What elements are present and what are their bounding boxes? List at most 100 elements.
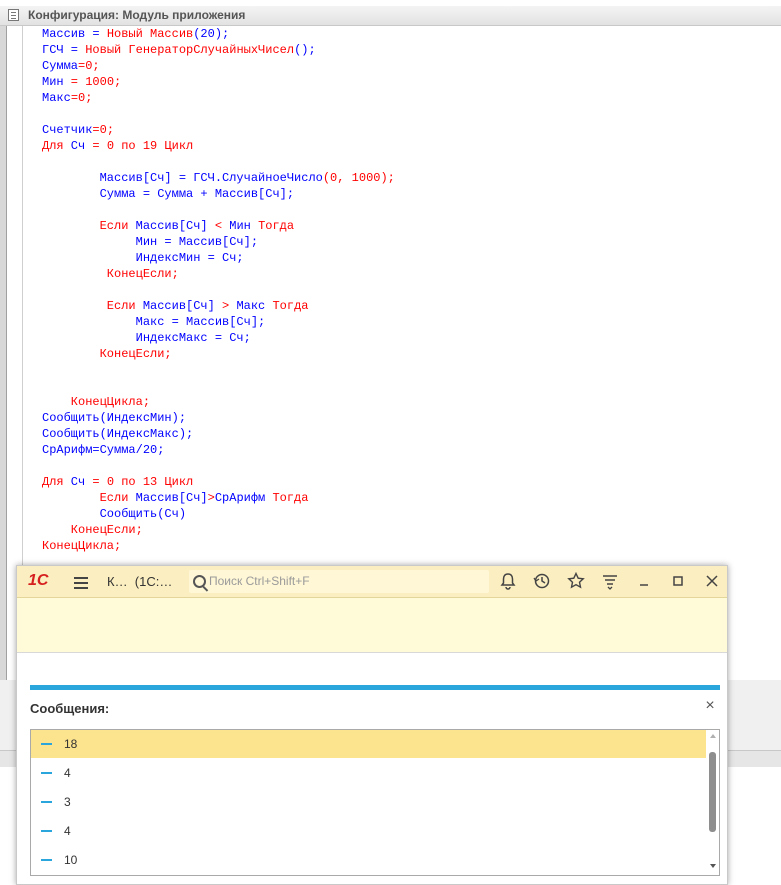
- messages-scrollbar[interactable]: [707, 730, 719, 875]
- code-token: Макс: [229, 299, 273, 313]
- message-text: 18: [64, 737, 78, 751]
- code-line[interactable]: ИндексМакс = Сч;: [42, 330, 395, 346]
- code-token: = 1000;: [63, 75, 122, 89]
- code-line[interactable]: [42, 378, 395, 394]
- code-line[interactable]: Если Массив[Сч]>СрАрифм Тогда: [42, 490, 395, 506]
- code-line[interactable]: Сумма=0;: [42, 58, 395, 74]
- code-line[interactable]: Мин = Массив[Сч];: [42, 234, 395, 250]
- code-token: КонецЦикла;: [42, 395, 151, 409]
- menu-icon[interactable]: [74, 577, 88, 579]
- code-token: Сообщить(ИндексМин);: [42, 411, 187, 425]
- code-line[interactable]: [42, 106, 395, 122]
- code-line[interactable]: КонецЦикла;: [42, 538, 395, 554]
- close-icon[interactable]: [703, 572, 721, 590]
- messages-list[interactable]: 10 4 3 4 18: [30, 729, 720, 876]
- scroll-up-icon[interactable]: [710, 734, 716, 738]
- messages-close-button[interactable]: ×: [703, 698, 717, 714]
- history-icon[interactable]: [533, 572, 551, 590]
- code-line[interactable]: КонецЕсли;: [42, 522, 395, 538]
- code-token: (0, 1000);: [322, 171, 395, 185]
- code-token: по: [121, 139, 136, 153]
- code-line[interactable]: Макс=0;: [42, 90, 395, 106]
- code-token: Если: [42, 299, 136, 313]
- app-toolbar: 1С К… (1С:…: [17, 566, 727, 598]
- code-token: Массив[Сч]: [135, 299, 223, 313]
- message-item[interactable]: 4: [31, 817, 706, 845]
- code-token: Макс: [42, 91, 71, 105]
- code-line[interactable]: [42, 154, 395, 170]
- dash-icon: [41, 859, 52, 861]
- scroll-thumb[interactable]: [709, 752, 716, 832]
- scroll-down-icon[interactable]: [710, 864, 716, 868]
- message-item[interactable]: 18: [31, 730, 706, 758]
- code-token: Счетчик: [42, 123, 93, 137]
- dash-icon: [41, 772, 52, 774]
- editor-left-scrollbar[interactable]: [0, 26, 7, 680]
- code-line[interactable]: Сумма = Сумма + Массив[Сч];: [42, 186, 395, 202]
- 1c-logo: 1С: [28, 572, 49, 589]
- minimize-icon[interactable]: [635, 572, 653, 590]
- client-app-window: 1С К… (1С:… Сообщения: × 10 4 3 4 18: [16, 565, 728, 885]
- code-line[interactable]: [42, 458, 395, 474]
- code-text-area[interactable]: Массив = Новый Массив(20); ГСЧ = Новый Ге…: [42, 26, 395, 554]
- message-text: 4: [64, 824, 71, 838]
- code-line[interactable]: ГСЧ = Новый ГенераторСлучайныхЧисел();: [42, 42, 395, 58]
- code-line[interactable]: КонецЦикла;: [42, 394, 395, 410]
- code-line[interactable]: Если Массив[Сч] > Макс Тогда: [42, 298, 395, 314]
- editor-title: Конфигурация: Модуль приложения: [28, 8, 246, 22]
- message-text: 3: [64, 795, 71, 809]
- window-tab-title[interactable]: К… (1С:…: [107, 574, 172, 589]
- code-line[interactable]: Макс = Массив[Сч];: [42, 314, 395, 330]
- code-line[interactable]: Массив = Новый Массив(20);: [42, 26, 395, 42]
- search-box[interactable]: [189, 570, 489, 593]
- code-line[interactable]: [42, 282, 395, 298]
- code-line[interactable]: Если Массив[Сч] < Мин Тогда: [42, 218, 395, 234]
- code-line[interactable]: Мин = 1000;: [42, 74, 395, 90]
- code-line[interactable]: КонецЕсли;: [42, 266, 395, 282]
- code-token: КонецЕсли;: [42, 523, 143, 537]
- code-token: Мин: [42, 75, 64, 89]
- code-token: (20);: [193, 27, 230, 41]
- code-line[interactable]: Сообщить(ИндексМакс);: [42, 426, 395, 442]
- message-text: 4: [64, 766, 71, 780]
- code-token: ИндексМакс = Сч;: [42, 331, 251, 345]
- code-line[interactable]: Массив[Сч] = ГСЧ.СлучайноеЧисло(0, 1000)…: [42, 170, 395, 186]
- code-line[interactable]: [42, 362, 395, 378]
- maximize-icon[interactable]: [669, 572, 687, 590]
- code-line[interactable]: Для Сч = 0 по 19 Цикл: [42, 138, 395, 154]
- code-line[interactable]: Для Сч = 0 по 13 Цикл: [42, 474, 395, 490]
- code-token: Новый Массив: [106, 27, 194, 41]
- code-line[interactable]: Сообщить(Сч): [42, 506, 395, 522]
- code-token: Массив[Сч]: [128, 219, 215, 233]
- code-line[interactable]: СрАрифм=Сумма/20;: [42, 442, 395, 458]
- editor-titlebar: Конфигурация: Модуль приложения: [0, 6, 781, 26]
- code-token: Для: [42, 139, 64, 153]
- code-token: КонецЦикла;: [42, 539, 122, 553]
- code-line[interactable]: [42, 202, 395, 218]
- bell-icon[interactable]: [499, 572, 517, 590]
- code-line[interactable]: КонецЕсли;: [42, 346, 395, 362]
- code-token: ИндексМин = Сч;: [42, 251, 244, 265]
- message-item[interactable]: 4: [31, 759, 706, 787]
- filter-icon[interactable]: [601, 572, 619, 590]
- code-token: Массив =: [42, 27, 107, 41]
- code-token: Сумма = Сумма + Массив[Сч];: [42, 187, 295, 201]
- code-line[interactable]: Счетчик=0;: [42, 122, 395, 138]
- star-icon[interactable]: [567, 572, 585, 590]
- search-input[interactable]: [209, 573, 479, 589]
- code-token: Тогда: [272, 299, 309, 313]
- app-header-band: [17, 598, 727, 653]
- code-token: = 0: [92, 475, 122, 489]
- code-token: Сообщить(Сч): [42, 507, 187, 521]
- code-token: Для: [42, 475, 64, 489]
- code-token: Если: [42, 219, 129, 233]
- code-token: Цикл: [164, 475, 194, 489]
- code-line[interactable]: Сообщить(ИндексМин);: [42, 410, 395, 426]
- code-token: Сч: [63, 139, 93, 153]
- message-item[interactable]: 10: [31, 846, 706, 874]
- code-token: Тогда: [272, 491, 309, 505]
- message-item[interactable]: 3: [31, 788, 706, 816]
- message-text: 10: [64, 853, 78, 867]
- code-line[interactable]: ИндексМин = Сч;: [42, 250, 395, 266]
- code-token: по: [121, 475, 136, 489]
